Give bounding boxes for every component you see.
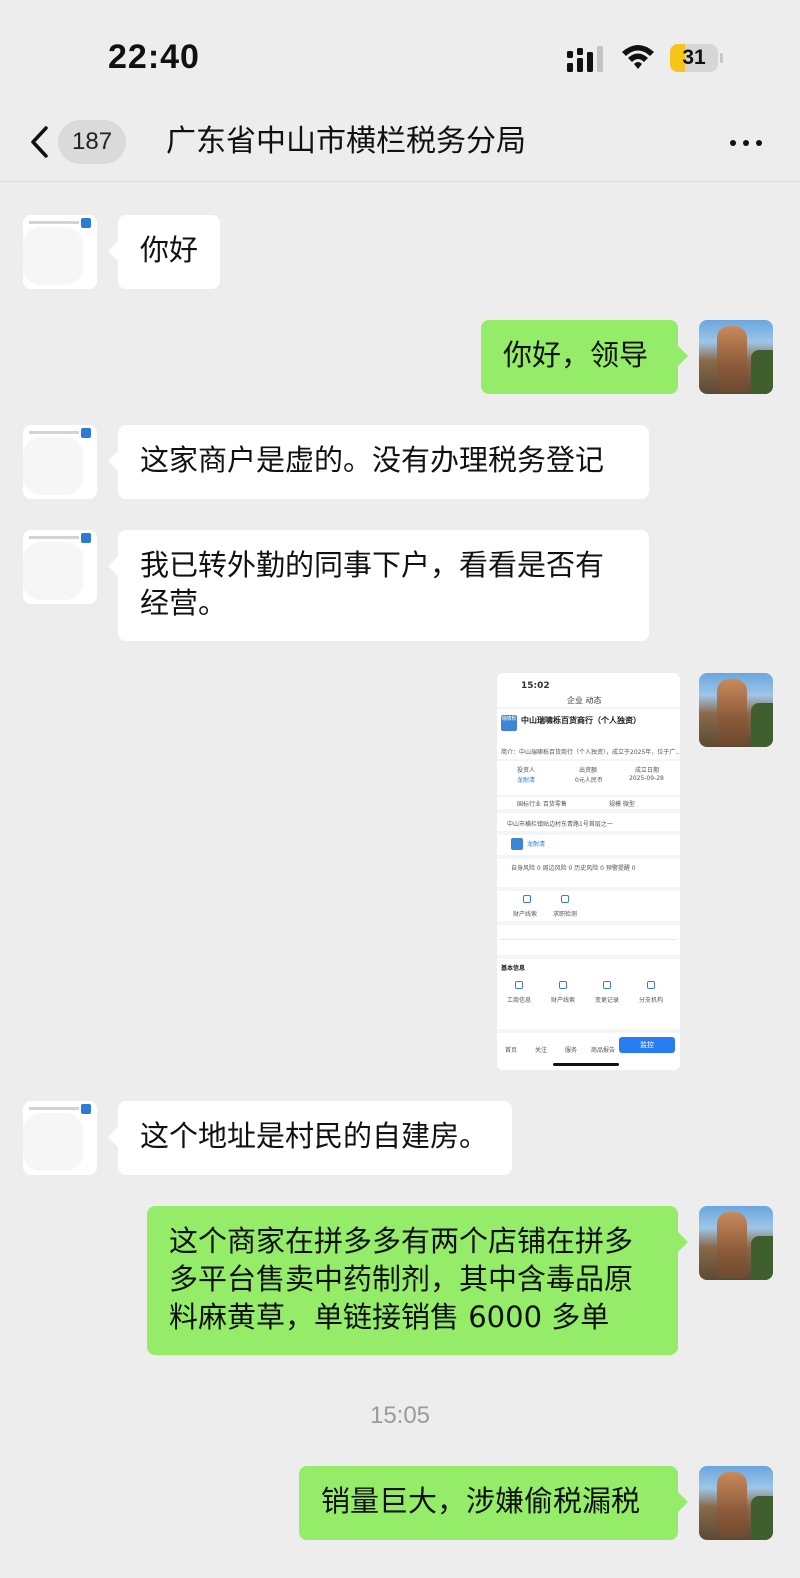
cellular-signal-icon <box>567 46 603 72</box>
shot-company-logo: 瑞啸栎 <box>501 715 517 731</box>
unread-count-badge[interactable]: 187 <box>58 120 127 164</box>
chat-title: 广东省中山市横栏税务分局 <box>166 124 526 159</box>
shot-tab: 首页 <box>505 1047 518 1054</box>
shot-risk-row: 自身风险 0 周边风险 0 历史风险 0 预警提醒 0 <box>511 865 636 872</box>
shot-address: 中山市横栏镇贴边村东青路1号首层之一 <box>507 821 613 828</box>
message-bubble[interactable]: 这家商户是虚的。没有办理税务登记 <box>108 425 649 499</box>
message-bubble[interactable]: 你好，领导 <box>481 320 688 394</box>
wifi-icon <box>622 45 654 69</box>
message-bubble[interactable]: 这个商家在拼多多有两个店铺在拼多多平台售卖中药制剂，其中含毒品原料麻黄草，单链接… <box>147 1206 688 1355</box>
contact-avatar[interactable] <box>23 425 97 499</box>
contact-avatar[interactable] <box>23 1101 97 1175</box>
message-bubble[interactable]: 你好 <box>107 215 221 289</box>
shot-service: 求职检测 <box>553 911 578 918</box>
contact-avatar[interactable] <box>23 530 97 604</box>
status-time: 22:40 <box>108 38 200 76</box>
shot-value: 龙耐清 <box>517 777 536 784</box>
shot-company-name: 中山瑞啸栎百货商行（个人独资） <box>521 716 641 725</box>
shot-monitor-button: 监控 <box>619 1037 675 1053</box>
shot-basic-info: 基本信息 <box>501 965 526 972</box>
status-bar: 22:40 31 <box>0 0 800 110</box>
shot-label: 成立日期 <box>635 767 660 774</box>
message-bubble[interactable]: 这个地址是村民的自建房。 <box>108 1101 512 1175</box>
shot-label: 出资额 <box>579 767 598 774</box>
shot-basic-item: 分支机构 <box>639 997 664 1004</box>
user-avatar[interactable] <box>699 1466 773 1540</box>
user-avatar[interactable] <box>699 1206 773 1280</box>
message-bubble[interactable]: 销量巨大，涉嫌偷税漏税 <box>299 1466 688 1540</box>
shot-summary: 简介：中山瑞啸栎百货商行（个人独资），成立于2025年，位于广… 更多 <box>501 749 680 756</box>
shot-value: 0元人民币 <box>575 777 603 784</box>
shot-scale: 规模 微型 <box>609 801 635 808</box>
message-bubble[interactable]: 我已转外勤的同事下户，看看是否有经营。 <box>108 530 649 641</box>
shot-label: 投资人 <box>517 767 536 774</box>
shot-tab: 关注 <box>535 1047 548 1054</box>
user-avatar[interactable] <box>699 673 773 747</box>
image-message[interactable]: 15:02 企业 动态 瑞啸栎 中山瑞啸栎百货商行（个人独资） 简介：中山瑞啸栎… <box>497 673 680 1070</box>
battery-icon: 31 <box>670 44 723 72</box>
shot-basic-item: 工商信息 <box>507 997 532 1004</box>
user-avatar[interactable] <box>699 320 773 394</box>
more-options-icon[interactable] <box>728 130 764 154</box>
shot-value: 龙耐清 <box>527 841 546 848</box>
battery-percentage: 31 <box>682 46 706 69</box>
chat-header: 187 广东省中山市横栏税务分局 <box>0 110 800 182</box>
shot-time: 15:02 <box>521 681 550 691</box>
contact-avatar[interactable] <box>23 215 97 289</box>
shot-tab: 服务 <box>565 1047 578 1054</box>
chat-timestamp: 15:05 <box>369 1402 431 1429</box>
back-arrow-icon[interactable] <box>26 122 56 162</box>
shot-basic-item: 财产线索 <box>551 997 576 1004</box>
shot-basic-item: 变更记录 <box>595 997 620 1004</box>
shot-industry: 国标行业 百货零售 <box>517 801 567 808</box>
shot-tabs: 企业 动态 <box>567 696 602 705</box>
shot-tab: 商品报告 <box>591 1047 616 1054</box>
shot-value: 2025-09-28 <box>629 775 664 782</box>
shot-service: 财产线索 <box>513 911 538 918</box>
